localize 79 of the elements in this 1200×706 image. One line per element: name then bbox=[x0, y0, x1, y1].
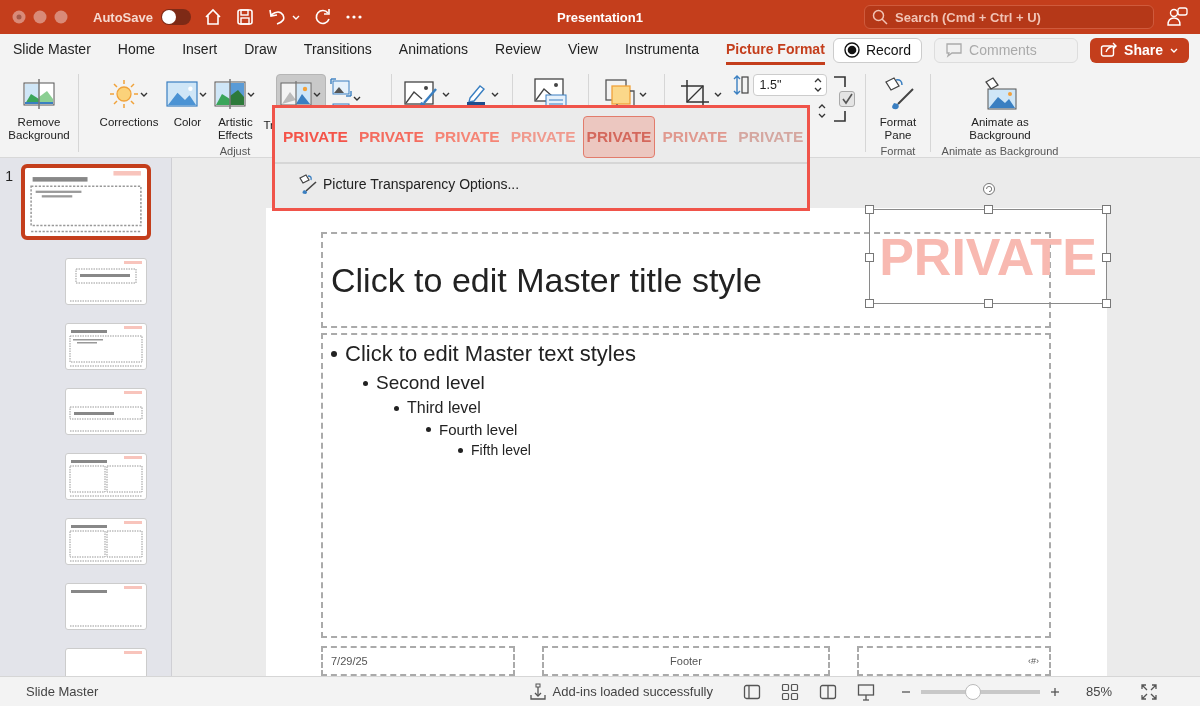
height-field[interactable]: 1.5" bbox=[752, 74, 827, 96]
group-label: Format bbox=[880, 145, 916, 159]
record-button[interactable]: Record bbox=[832, 37, 923, 63]
remove-background-icon bbox=[22, 77, 56, 111]
resize-handle[interactable] bbox=[984, 299, 993, 308]
add-ins-icon bbox=[528, 682, 547, 701]
resize-handle[interactable] bbox=[865, 299, 874, 308]
record-icon bbox=[843, 42, 860, 58]
animate-background-icon bbox=[983, 77, 1017, 111]
ribbon-tab[interactable]: Home bbox=[117, 35, 156, 65]
group-label: Adjust bbox=[219, 145, 251, 159]
stepper-icon[interactable] bbox=[816, 102, 827, 120]
height-icon bbox=[732, 74, 749, 96]
bullet-icon bbox=[331, 351, 337, 357]
zoom-in-icon[interactable] bbox=[1049, 686, 1060, 697]
remove-background-button[interactable]: Remove Background bbox=[5, 74, 73, 145]
stepper-icon[interactable] bbox=[812, 76, 823, 94]
bullet-icon bbox=[394, 405, 399, 411]
resize-handle[interactable] bbox=[1102, 299, 1111, 308]
bullet-icon bbox=[458, 447, 463, 453]
animate-background-button[interactable]: Animate as Background bbox=[956, 74, 1044, 145]
resize-handle[interactable] bbox=[1102, 253, 1111, 262]
people-icon[interactable] bbox=[1166, 6, 1188, 28]
check-icon bbox=[840, 93, 853, 105]
ribbon-tab[interactable]: View bbox=[568, 35, 599, 65]
bullet-icon bbox=[426, 427, 431, 432]
corrections-button[interactable]: Corrections bbox=[95, 74, 163, 132]
resize-handle[interactable] bbox=[984, 205, 993, 214]
search-icon bbox=[872, 9, 888, 25]
artistic-effects-icon bbox=[214, 79, 247, 109]
zoom-percentage: 85% bbox=[1085, 684, 1112, 699]
bullet-text: Fourth level bbox=[439, 421, 518, 438]
slider-thumb[interactable] bbox=[965, 683, 982, 700]
status-message: Add-ins loaded successfully bbox=[552, 684, 713, 699]
bullet-icon bbox=[363, 380, 368, 386]
resize-handle[interactable] bbox=[865, 205, 874, 214]
reading-view-icon[interactable] bbox=[818, 682, 837, 701]
ribbon-tab[interactable]: Insert bbox=[182, 35, 218, 65]
normal-view-icon[interactable] bbox=[742, 682, 761, 701]
share-button[interactable]: Share bbox=[1090, 37, 1189, 63]
autosave-toggle[interactable] bbox=[160, 9, 191, 25]
format-pane-button[interactable]: Format Pane bbox=[872, 74, 924, 145]
paint-brush-icon bbox=[297, 174, 317, 194]
bullet-text: Second level bbox=[376, 372, 485, 394]
share-icon bbox=[1100, 42, 1119, 58]
bullet-text: Fifth level bbox=[471, 442, 531, 458]
sun-icon bbox=[109, 79, 139, 109]
transparency-options-item[interactable]: Picture Transparency Options... bbox=[297, 174, 520, 194]
ribbon-tab[interactable]: Instrumenta bbox=[625, 35, 699, 65]
search-field[interactable]: Search (Cmd + Ctrl + U) bbox=[864, 5, 1154, 29]
comment-icon bbox=[945, 42, 964, 58]
ribbon-tab[interactable]: Transitions bbox=[303, 35, 372, 65]
ribbon-tab[interactable]: Review bbox=[495, 35, 541, 65]
window-title: Presentation1 bbox=[556, 9, 644, 25]
slide-number: 1 bbox=[5, 168, 13, 184]
lock-bracket-icon bbox=[832, 75, 847, 123]
artistic-effects-button[interactable]: Artistic Effects bbox=[212, 74, 259, 145]
resize-handle[interactable] bbox=[865, 253, 874, 262]
border-pen-icon bbox=[465, 83, 487, 105]
view-label: Slide Master bbox=[26, 684, 99, 699]
bullet-text: Click to edit Master text styles bbox=[345, 341, 636, 367]
resize-handle[interactable] bbox=[1102, 205, 1111, 214]
color-button[interactable]: Color bbox=[162, 74, 213, 132]
slide-title: Click to edit Master title style bbox=[331, 260, 762, 300]
body-placeholder[interactable]: Click to edit Master text styles Second level Third level Fourth level Fifth level bbox=[321, 333, 1051, 638]
bullet-text: Third level bbox=[407, 399, 481, 417]
slide-thumbnail[interactable] bbox=[21, 164, 151, 240]
autosave-label: AutoSave bbox=[93, 9, 153, 25]
ribbon-tab[interactable]: Slide Master bbox=[13, 35, 91, 65]
lock-aspect-checkbox[interactable] bbox=[838, 91, 855, 107]
ribbon-tab[interactable]: Animations bbox=[398, 35, 469, 65]
group-label: Animate as Background bbox=[941, 145, 1059, 159]
grid-view-icon[interactable] bbox=[780, 682, 799, 701]
rotate-handle[interactable] bbox=[982, 182, 996, 196]
save-icon[interactable] bbox=[234, 7, 255, 27]
picture-icon bbox=[166, 80, 199, 108]
fit-to-window-icon[interactable] bbox=[1140, 682, 1158, 701]
presenter-view-icon[interactable] bbox=[856, 682, 875, 701]
ribbon-tab[interactable]: Draw bbox=[244, 35, 277, 65]
